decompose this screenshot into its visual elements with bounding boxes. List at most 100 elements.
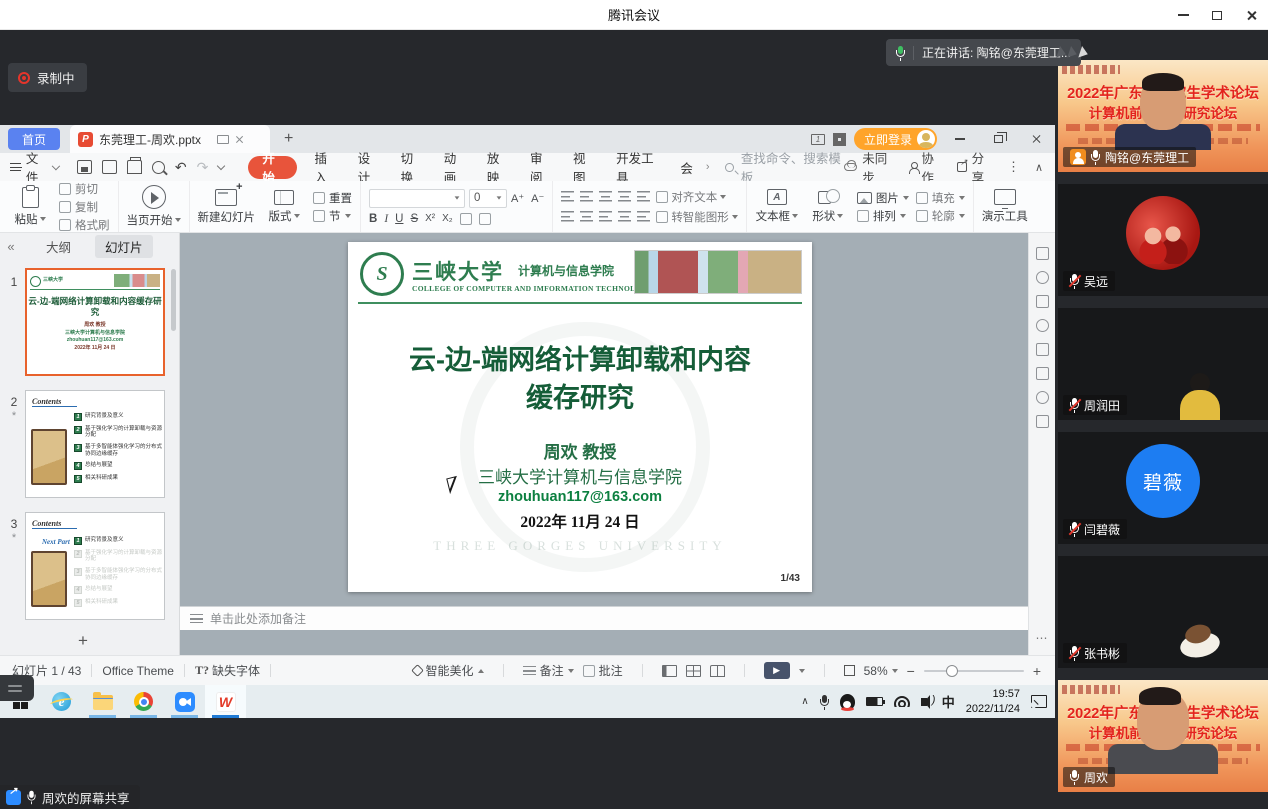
tray-mic-icon[interactable]: [820, 695, 829, 709]
superscript-button[interactable]: X²: [425, 213, 435, 224]
beautify-button[interactable]: 智能美化: [413, 662, 484, 679]
tab-slides[interactable]: 幻灯片: [95, 235, 153, 258]
notes-button[interactable]: 备注: [523, 662, 574, 679]
numbered-list-icon[interactable]: [580, 191, 593, 202]
bold-button[interactable]: B: [369, 213, 377, 225]
close-button[interactable]: [1234, 0, 1268, 30]
shrink-font-button[interactable]: A⁻: [531, 192, 544, 205]
strikethrough-button[interactable]: S: [410, 213, 418, 225]
add-slide-button[interactable]: +: [78, 631, 88, 651]
collapse-panel-icon[interactable]: «: [0, 239, 22, 254]
grow-font-button[interactable]: A⁺: [511, 192, 524, 205]
play-options-icon[interactable]: [799, 669, 805, 673]
zoom-level[interactable]: 58%: [864, 664, 898, 678]
participant-tile-zhouruntian[interactable]: 周润田: [1058, 308, 1268, 420]
copy-button[interactable]: 复制: [59, 199, 110, 215]
picture-button[interactable]: 图片: [857, 190, 909, 206]
more-tools-icon[interactable]: ⋯: [1036, 631, 1049, 645]
tab-home[interactable]: 开始: [248, 156, 297, 179]
comments-button[interactable]: 批注: [583, 662, 623, 679]
underline-button[interactable]: U: [395, 213, 403, 225]
arrange-button[interactable]: 排列: [857, 208, 909, 224]
tab-insert[interactable]: 插入: [303, 153, 346, 181]
panel-scrollbar[interactable]: [171, 269, 176, 331]
tab-design[interactable]: 设计: [347, 153, 390, 181]
new-slide-button[interactable]: 新建幻灯片: [198, 189, 256, 225]
tab-review[interactable]: 审阅: [519, 153, 562, 181]
fill-button[interactable]: 填充: [916, 190, 965, 206]
tab-scroll-right-icon[interactable]: ›: [706, 161, 710, 173]
zoom-slider[interactable]: [924, 670, 1024, 672]
window-manage-icon[interactable]: 1: [811, 134, 825, 145]
missing-font-label[interactable]: 缺失字体: [212, 662, 260, 679]
animation-pane-icon[interactable]: [1036, 295, 1049, 308]
subscript-button[interactable]: X₂: [442, 213, 453, 224]
minimize-button[interactable]: [1166, 0, 1200, 30]
workspace-grid-icon[interactable]: [833, 133, 846, 146]
taskbar-meeting[interactable]: [164, 685, 205, 718]
normal-view-icon[interactable]: [662, 665, 677, 677]
cut-button[interactable]: 剪切: [59, 181, 110, 197]
align-right-icon[interactable]: [599, 211, 612, 222]
zoom-in-button[interactable]: +: [1033, 663, 1041, 679]
tab-member[interactable]: 会: [669, 153, 704, 181]
reading-view-icon[interactable]: [710, 665, 725, 677]
tab-devtools[interactable]: 开发工具: [605, 153, 669, 181]
decrease-indent-icon[interactable]: [599, 191, 612, 202]
highlight-icon[interactable]: [460, 213, 472, 225]
zoom-slider-knob[interactable]: [946, 665, 958, 677]
maximize-button[interactable]: [1200, 0, 1234, 30]
wps-home-tab[interactable]: 首页: [8, 128, 60, 150]
wifi-icon[interactable]: [894, 696, 910, 707]
text-direction-icon[interactable]: [637, 191, 650, 202]
notes-bar[interactable]: 单击此处添加备注: [180, 606, 1028, 630]
section-button[interactable]: 节: [313, 208, 352, 224]
ime-indicator[interactable]: 中: [942, 692, 955, 711]
align-center-icon[interactable]: [580, 211, 593, 222]
present-mode-icon[interactable]: [217, 135, 229, 144]
tab-outline[interactable]: 大纲: [36, 235, 81, 258]
presentation-tools-button[interactable]: 演示工具: [982, 189, 1028, 224]
italic-button[interactable]: I: [384, 213, 388, 225]
play-from-current-button[interactable]: 当页开始: [127, 185, 181, 228]
tab-slideshow[interactable]: 放映: [476, 153, 519, 181]
participant-tile-zhouhuan[interactable]: 2022年广东省研究生学术论坛 计算机前沿技术研究论坛 周欢: [1058, 680, 1268, 792]
clear-format-icon[interactable]: [479, 213, 491, 225]
slide-thumbnail-2[interactable]: Contents 1研究背景及意义 2基于强化学习的计算卸载与资源分配 3基于多…: [25, 390, 165, 498]
participant-tile-wuyuan[interactable]: 吴远: [1058, 184, 1268, 296]
tab-transition[interactable]: 切换: [390, 153, 433, 181]
login-button[interactable]: 立即登录: [854, 128, 937, 150]
slide-thumbnail-1[interactable]: 三峡大学 云-边-端网络计算卸载和内容缓存研究 周欢 教授 三峡大学计算机与信息…: [25, 268, 165, 376]
font-family-select[interactable]: [369, 189, 465, 208]
textbox-button[interactable]: A 文本框: [755, 189, 799, 224]
align-left-icon[interactable]: [561, 211, 574, 222]
print-preview-icon[interactable]: [152, 161, 165, 174]
undo-icon[interactable]: ↶: [175, 159, 187, 176]
more-menu-icon[interactable]: ⋮: [1007, 159, 1021, 175]
align-text-button[interactable]: 对齐文本: [656, 189, 726, 205]
tab-animation[interactable]: 动画: [433, 153, 476, 181]
taskbar-clock[interactable]: 19:57 2022/11/24: [966, 687, 1020, 716]
battery-icon[interactable]: [866, 697, 883, 706]
qq-icon[interactable]: [840, 694, 855, 710]
line-spacing-icon[interactable]: [637, 211, 650, 222]
beautify-tool-icon[interactable]: [1036, 271, 1049, 284]
tab-view[interactable]: 视图: [562, 153, 605, 181]
slide-thumbnail-3[interactable]: Contents Next Part 1研究背景及意义 2基于强化学习的计算卸载…: [25, 512, 165, 620]
shapes-button[interactable]: 形状: [806, 189, 850, 224]
justify-icon[interactable]: [618, 211, 631, 222]
collapse-ribbon-icon[interactable]: ∧: [1035, 161, 1043, 174]
taskbar-ie[interactable]: e: [41, 685, 82, 718]
participant-tile-taoming[interactable]: 2022年广东省研究生学术论坛 计算机前沿技术研究论坛 陶铭@东莞理工: [1058, 60, 1268, 172]
layout-button[interactable]: 版式: [262, 190, 306, 224]
tab-close-icon[interactable]: [235, 135, 244, 144]
current-slide[interactable]: S 三峡大学 计算机与信息学院 COLLEGE OF COMPUTER AND …: [348, 242, 812, 592]
theme-name[interactable]: Office Theme: [102, 664, 174, 678]
selection-pane-icon[interactable]: [1036, 319, 1049, 332]
template-pane-icon[interactable]: [1036, 343, 1049, 356]
action-center-icon[interactable]: [1031, 695, 1047, 708]
export-icon[interactable]: [102, 160, 117, 174]
speaker-icon[interactable]: [921, 698, 927, 706]
tray-expand-icon[interactable]: ∧: [801, 696, 808, 707]
redo-icon[interactable]: ↷: [197, 159, 209, 176]
